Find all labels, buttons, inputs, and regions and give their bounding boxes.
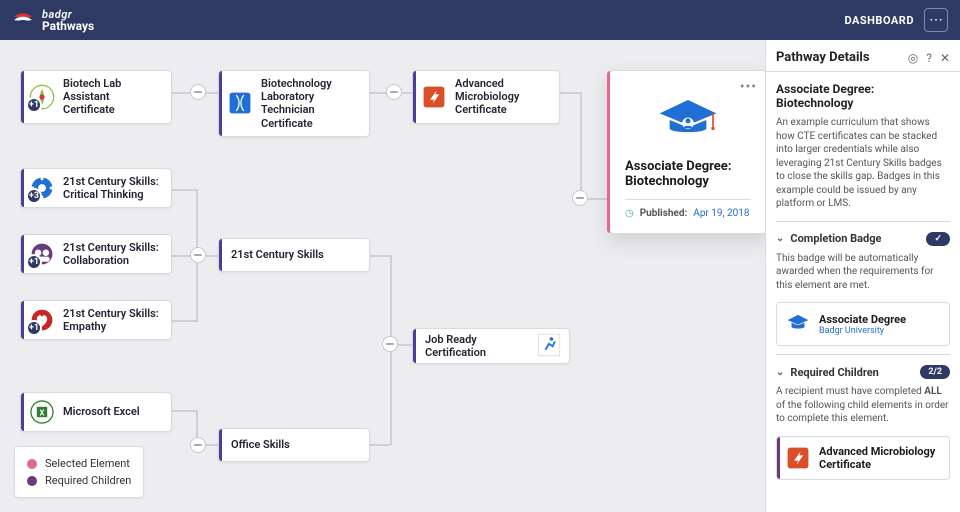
node-office-skills[interactable]: Office Skills: [218, 428, 370, 462]
node-label: 21st Century Skills: Empathy: [63, 307, 163, 333]
node-biotech-lab-assistant[interactable]: +1 Biotech Lab Assistant Certificate: [20, 70, 172, 124]
node-job-ready[interactable]: Job Ready Certification: [412, 328, 570, 364]
junction-icon: [386, 84, 402, 100]
clock-icon: ◷: [625, 208, 634, 219]
connector: [370, 255, 390, 257]
more-menu-button[interactable]: ⋯: [924, 8, 948, 32]
published-label: Published:: [640, 208, 688, 219]
node-label: Biotech Lab Assistant Certificate: [63, 77, 163, 117]
plus-badge: +3: [26, 188, 42, 204]
graduation-cap-icon: [785, 311, 811, 337]
completion-section: ⌄ Completion Badge This badge will be aut…: [776, 221, 950, 351]
target-icon[interactable]: ◎: [908, 51, 918, 65]
completion-check-chip: [926, 232, 950, 246]
graduation-cap-icon: [653, 95, 723, 145]
excel-icon: X: [29, 399, 55, 425]
selected-node-card[interactable]: ••• Associate Degree: Biotechnology ◷ Pu…: [608, 70, 765, 234]
brand-logo-icon: [12, 9, 34, 31]
chevron-down-icon[interactable]: ⌄: [776, 233, 784, 244]
required-count-chip: 2/2: [920, 365, 950, 379]
node-collaboration[interactable]: +1 21st Century Skills: Collaboration: [20, 234, 172, 274]
heart-icon: +1: [29, 307, 55, 333]
panel-heading: Associate Degree: Biotechnology: [776, 82, 950, 110]
node-label: Microsoft Excel: [63, 405, 140, 418]
plus-badge: +1: [26, 254, 42, 270]
runner-icon: [537, 333, 561, 360]
node-empathy[interactable]: +1 21st Century Skills: Empathy: [20, 300, 172, 340]
junction-icon: [190, 84, 206, 100]
details-panel: Pathway Details ◎ ? ✕ Associate Degree: …: [765, 40, 960, 512]
published-row: ◷ Published: Apr 19, 2018: [625, 199, 751, 219]
gear-icon: +3: [29, 175, 55, 201]
pathway-canvas[interactable]: +1 Biotech Lab Assistant Certificate Bio…: [0, 40, 765, 512]
connector: [206, 92, 218, 94]
connector: [402, 92, 412, 94]
help-icon[interactable]: ?: [926, 51, 932, 65]
node-label: Biotechnology Laboratory Technician Cert…: [261, 77, 361, 130]
legend: Selected Element Required Children: [14, 446, 144, 498]
published-date: Apr 19, 2018: [693, 208, 749, 219]
connector: [370, 444, 390, 446]
completion-badge-card[interactable]: Associate Degree Badgr University: [776, 302, 950, 346]
top-bar: badgr Pathways DASHBOARD ⋯: [0, 0, 960, 40]
junction-icon: [382, 336, 398, 352]
node-21c-skills[interactable]: 21st Century Skills: [218, 238, 370, 272]
selected-title: Associate Degree: Biotechnology: [625, 159, 751, 189]
brand-line2: Pathways: [42, 20, 94, 32]
node-advanced-microbiology[interactable]: Advanced Microbiology Certificate: [412, 70, 560, 124]
required-title: Required Children: [790, 366, 878, 379]
node-label: Job Ready Certification: [425, 333, 529, 359]
legend-dot-required: [27, 476, 37, 486]
card-more-button[interactable]: •••: [740, 79, 757, 95]
connector: [172, 189, 196, 191]
dna-icon: [227, 90, 253, 116]
collaboration-icon: +1: [29, 241, 55, 267]
connector: [172, 92, 192, 94]
svg-text:X: X: [40, 408, 45, 417]
node-excel[interactable]: X Microsoft Excel: [20, 392, 172, 432]
connector: [560, 92, 580, 94]
node-label: 21st Century Skills: Critical Thinking: [63, 175, 163, 201]
connector: [172, 320, 196, 322]
close-icon[interactable]: ✕: [940, 51, 950, 65]
brand-line1: badgr: [42, 9, 94, 20]
connector: [588, 198, 608, 200]
node-biotech-lab-tech[interactable]: Biotechnology Laboratory Technician Cert…: [218, 70, 370, 137]
microscope-icon: [785, 445, 811, 471]
required-desc: A recipient must have completed ALL of t…: [776, 385, 950, 426]
node-label: Advanced Microbiology Certificate: [455, 77, 551, 117]
junction-icon: [190, 437, 206, 453]
node-label: 21st Century Skills: [231, 248, 324, 261]
required-child-card[interactable]: Advanced Microbiology Certificate: [776, 436, 950, 480]
panel-title: Pathway Details: [776, 50, 870, 65]
junction-icon: [190, 247, 206, 263]
completion-badge-issuer: Badgr University: [819, 326, 906, 336]
connector: [398, 344, 412, 346]
connector: [580, 92, 582, 192]
completion-title: Completion Badge: [790, 232, 881, 245]
junction-icon: [572, 190, 588, 206]
connector: [206, 255, 218, 257]
legend-dot-selected: [27, 459, 37, 469]
required-child-name: Advanced Microbiology Certificate: [819, 445, 941, 471]
required-children-section: ⌄ Required Children 2/2 A recipient must …: [776, 354, 950, 484]
plus-badge: +1: [26, 320, 42, 336]
dashboard-link[interactable]: DASHBOARD: [844, 14, 914, 27]
connector: [206, 444, 218, 446]
completion-badge-name: Associate Degree: [819, 313, 906, 326]
chevron-down-icon[interactable]: ⌄: [776, 367, 784, 378]
legend-selected-label: Selected Element: [45, 457, 130, 470]
node-label: Office Skills: [231, 438, 290, 451]
microscope-icon: [421, 84, 447, 110]
biotech-lab-icon: +1: [29, 84, 55, 110]
node-critical-thinking[interactable]: +3 21st Century Skills: Critical Thinkin…: [20, 168, 172, 208]
completion-desc: This badge will be automatically awarded…: [776, 252, 950, 293]
legend-required-label: Required Children: [45, 474, 131, 487]
node-label: 21st Century Skills: Collaboration: [63, 241, 163, 267]
connector: [172, 410, 196, 412]
brand: badgr Pathways: [12, 9, 94, 32]
plus-badge: +1: [26, 97, 42, 113]
panel-description: An example curriculum that shows how CTE…: [776, 116, 950, 211]
